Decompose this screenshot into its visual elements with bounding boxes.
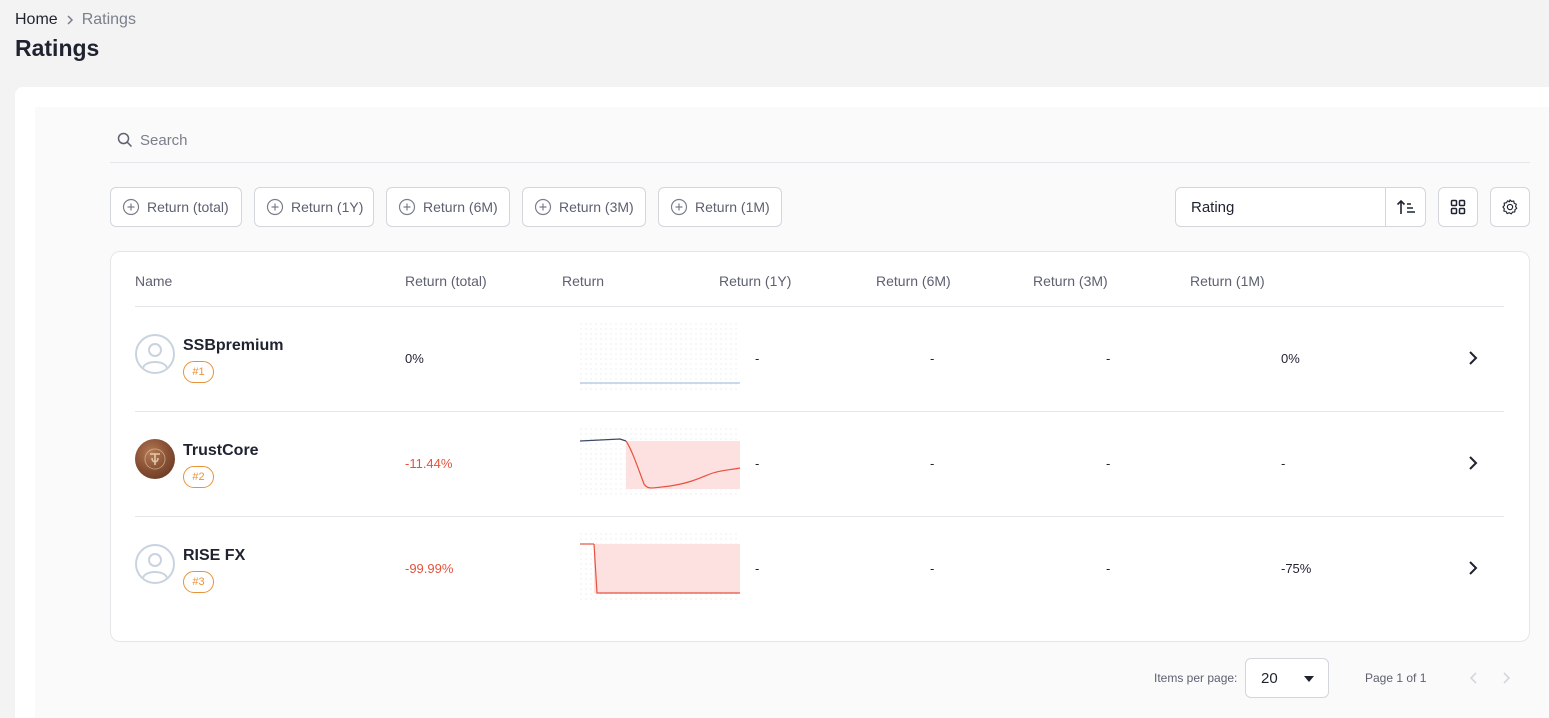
column-header-return-1y[interactable]: Return (1Y) [719,273,791,289]
filter-chip-label: Return (1Y) [291,199,364,215]
filter-chip-return-1y[interactable]: Return (1Y) [254,187,374,227]
grid-view-button[interactable] [1438,187,1478,227]
return-total-value: -11.44% [405,456,453,471]
filter-chip-return-6m[interactable]: Return (6M) [386,187,510,227]
column-header-return-1m[interactable]: Return (1M) [1190,273,1265,289]
user-placeholder-icon [135,544,175,584]
row-name[interactable]: RISE FX [183,547,245,565]
items-per-page-value: 20 [1261,669,1278,687]
chevron-right-icon [1469,351,1478,365]
return-1y-value: - [755,561,760,576]
row-divider [135,411,1504,412]
return-1y-value: - [755,351,760,366]
column-header-return-total[interactable]: Return (total) [405,273,487,289]
row-open-button[interactable] [1462,452,1484,474]
row-open-button[interactable] [1462,557,1484,579]
previous-page-button[interactable] [1464,668,1484,688]
user-placeholder-icon [135,334,175,374]
return-1m-value: - [1281,456,1286,471]
return-3m-value: - [1106,561,1111,576]
plus-circle-icon [122,198,140,216]
breadcrumb-home-link[interactable]: Home [15,11,58,29]
row-name[interactable]: SSBpremium [183,337,283,355]
chevron-right-icon [62,12,78,28]
page-info: Page 1 of 1 [1365,671,1427,685]
filter-chip-return-total[interactable]: Return (total) [110,187,242,227]
chevron-down-icon [1304,676,1314,682]
header-divider [135,306,1504,307]
row-divider [135,516,1504,517]
next-page-button[interactable] [1496,668,1516,688]
rank-badge: #1 [183,361,214,383]
filter-chip-return-1m[interactable]: Return (1M) [658,187,782,227]
return-1y-value: - [755,456,760,471]
return-1m-value: -75% [1281,561,1312,576]
column-header-return-6m[interactable]: Return (6M) [876,273,951,289]
sort-ascending-icon [1396,199,1415,214]
return-1m-value: 0% [1281,351,1300,366]
return-sparkline-2 [580,428,740,498]
chevron-right-icon [1503,672,1511,684]
return-6m-value: - [930,456,935,471]
chevron-left-icon [1469,672,1477,684]
filter-chip-label: Return (total) [147,199,229,215]
chevron-right-icon [1469,561,1478,575]
row-open-button[interactable] [1462,347,1484,369]
return-total-value: 0% [405,351,424,366]
filter-chip-return-3m[interactable]: Return (3M) [522,187,646,227]
filter-chip-label: Return (3M) [559,199,634,215]
rank-badge: #2 [183,466,214,488]
sort-value: Rating [1191,198,1235,216]
search-icon [117,132,133,148]
items-per-page-label: Items per page: [1154,671,1238,685]
trustcore-logo [135,439,175,479]
return-6m-value: - [930,561,935,576]
rank-badge: #3 [183,571,214,593]
column-header-return-chart[interactable]: Return [562,273,604,289]
column-header-return-3m[interactable]: Return (3M) [1033,273,1108,289]
plus-circle-icon [670,198,688,216]
chevron-right-icon [1469,456,1478,470]
filter-chip-label: Return (1M) [695,199,770,215]
breadcrumb-current: Ratings [81,11,136,28]
return-sparkline-3 [580,533,740,603]
row-name[interactable]: TrustCore [183,442,259,460]
plus-circle-icon [534,198,552,216]
column-header-name[interactable]: Name [135,273,172,289]
search-bar [110,118,1530,163]
settings-icon [1502,199,1518,215]
return-3m-value: - [1106,351,1111,366]
breadcrumb: Home Ratings [15,10,136,30]
ratings-table [110,251,1530,642]
settings-button[interactable] [1490,187,1530,227]
sort-direction-button[interactable] [1385,188,1425,226]
search-input[interactable] [140,131,740,149]
items-per-page-select[interactable]: 20 [1245,658,1329,698]
grid-icon [1450,199,1466,215]
plus-circle-icon [398,198,416,216]
return-6m-value: - [930,351,935,366]
filter-chip-label: Return (6M) [423,199,498,215]
sort-select[interactable]: Rating [1175,187,1426,227]
return-sparkline-1 [580,323,740,393]
page-title: Ratings [15,35,100,61]
return-total-value: -99.99% [405,561,454,576]
return-3m-value: - [1106,456,1111,471]
plus-circle-icon [266,198,284,216]
